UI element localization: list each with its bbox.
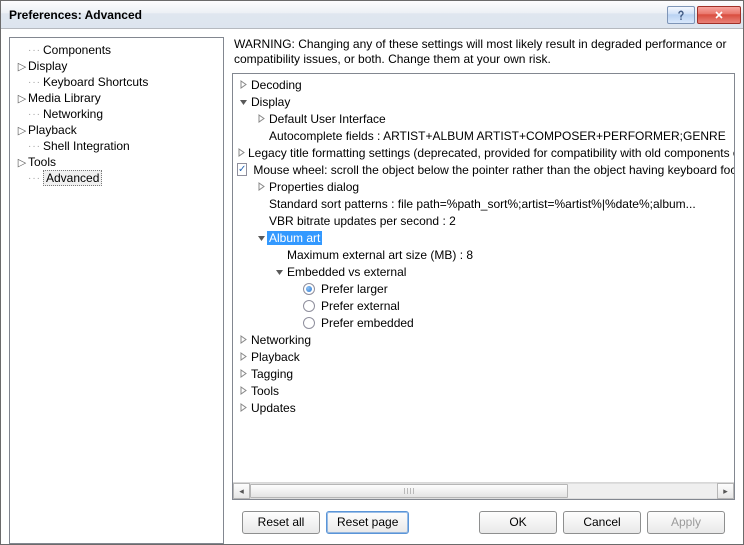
scrollbar-thumb[interactable]: [250, 484, 568, 498]
collapse-icon[interactable]: [237, 97, 249, 106]
sidebar-item-display[interactable]: ▷Display: [12, 58, 221, 74]
tree-item-properties-dialog[interactable]: Properties dialog: [233, 178, 734, 195]
tree-item-prefer-external[interactable]: Prefer external: [233, 297, 734, 314]
tree-item-sort-patterns[interactable]: Standard sort patterns : file path=%path…: [233, 195, 734, 212]
tree-item-prefer-embedded[interactable]: Prefer embedded: [233, 314, 734, 331]
sidebar-item-playback[interactable]: ▷Playback: [12, 122, 221, 138]
window-buttons: [665, 6, 741, 24]
tree-item-tagging[interactable]: Tagging: [233, 365, 734, 382]
category-tree[interactable]: ···Components ▷Display ···Keyboard Short…: [9, 37, 224, 544]
radio-unselected-icon[interactable]: [303, 317, 315, 329]
expand-icon[interactable]: [237, 148, 246, 157]
checkbox-checked-icon[interactable]: ✓: [237, 163, 247, 176]
sidebar-item-components[interactable]: ···Components: [12, 42, 221, 58]
window-title: Preferences: Advanced: [9, 8, 665, 22]
cancel-button[interactable]: Cancel: [563, 511, 641, 534]
tree-item-prefer-larger[interactable]: Prefer larger: [233, 280, 734, 297]
apply-button[interactable]: Apply: [647, 511, 725, 534]
sidebar-item-keyboard-shortcuts[interactable]: ···Keyboard Shortcuts: [12, 74, 221, 90]
expand-icon[interactable]: [237, 369, 249, 378]
settings-tree[interactable]: Decoding Display Default User Interface …: [233, 74, 734, 482]
close-button[interactable]: [697, 6, 741, 24]
help-button[interactable]: [667, 6, 695, 24]
tree-item-autocomplete[interactable]: Autocomplete fields : ARTIST+ALBUM ARTIS…: [233, 127, 734, 144]
tree-item-max-external-art[interactable]: Maximum external art size (MB) : 8: [233, 246, 734, 263]
horizontal-scrollbar[interactable]: ◂ ▸: [233, 482, 734, 499]
preferences-window: Preferences: Advanced ···Components ▷Dis…: [0, 0, 744, 545]
ok-button[interactable]: OK: [479, 511, 557, 534]
tree-item-tools[interactable]: Tools: [233, 382, 734, 399]
tree-item-updates[interactable]: Updates: [233, 399, 734, 416]
scroll-left-button[interactable]: ◂: [233, 483, 250, 499]
sidebar-item-tools[interactable]: ▷Tools: [12, 154, 221, 170]
scrollbar-track[interactable]: [250, 483, 717, 499]
tree-item-vbr[interactable]: VBR bitrate updates per second : 2: [233, 212, 734, 229]
expand-icon[interactable]: [237, 352, 249, 361]
settings-tree-container: Decoding Display Default User Interface …: [232, 73, 735, 500]
tree-item-decoding[interactable]: Decoding: [233, 76, 734, 93]
expand-icon[interactable]: [255, 114, 267, 123]
expand-icon[interactable]: [255, 182, 267, 191]
dialog-body: ···Components ▷Display ···Keyboard Short…: [1, 29, 743, 544]
tree-item-default-ui[interactable]: Default User Interface: [233, 110, 734, 127]
expand-icon[interactable]: ▷: [16, 92, 28, 105]
expand-icon[interactable]: ▷: [16, 60, 28, 73]
tree-item-album-art[interactable]: Album art: [233, 229, 734, 246]
tree-item-playback[interactable]: Playback: [233, 348, 734, 365]
tree-item-mouse-wheel[interactable]: ✓Mouse wheel: scroll the object below th…: [233, 161, 734, 178]
expand-icon[interactable]: ▷: [16, 156, 28, 169]
tree-item-networking[interactable]: Networking: [233, 331, 734, 348]
scroll-right-button[interactable]: ▸: [717, 483, 734, 499]
sidebar-item-media-library[interactable]: ▷Media Library: [12, 90, 221, 106]
main-panel: WARNING: Changing any of these settings …: [232, 37, 735, 544]
expand-icon[interactable]: ▷: [16, 124, 28, 137]
collapse-icon[interactable]: [255, 233, 267, 242]
sidebar-item-shell-integration[interactable]: ···Shell Integration: [12, 138, 221, 154]
expand-icon[interactable]: [237, 335, 249, 344]
radio-selected-icon[interactable]: [303, 283, 315, 295]
radio-unselected-icon[interactable]: [303, 300, 315, 312]
reset-all-button[interactable]: Reset all: [242, 511, 320, 534]
expand-icon[interactable]: [237, 386, 249, 395]
tree-item-display[interactable]: Display: [233, 93, 734, 110]
expand-icon[interactable]: [237, 80, 249, 89]
collapse-icon[interactable]: [273, 267, 285, 276]
tree-item-legacy-title[interactable]: Legacy title formatting settings (deprec…: [233, 144, 734, 161]
tree-item-embedded-vs-external[interactable]: Embedded vs external: [233, 263, 734, 280]
title-bar: Preferences: Advanced: [1, 1, 743, 29]
dialog-footer: Reset all Reset page OK Cancel Apply: [232, 500, 735, 544]
warning-text: WARNING: Changing any of these settings …: [232, 37, 735, 73]
reset-page-button[interactable]: Reset page: [326, 511, 409, 534]
expand-icon[interactable]: [237, 403, 249, 412]
sidebar-item-advanced[interactable]: ···Advanced: [12, 170, 221, 186]
sidebar-item-networking[interactable]: ···Networking: [12, 106, 221, 122]
